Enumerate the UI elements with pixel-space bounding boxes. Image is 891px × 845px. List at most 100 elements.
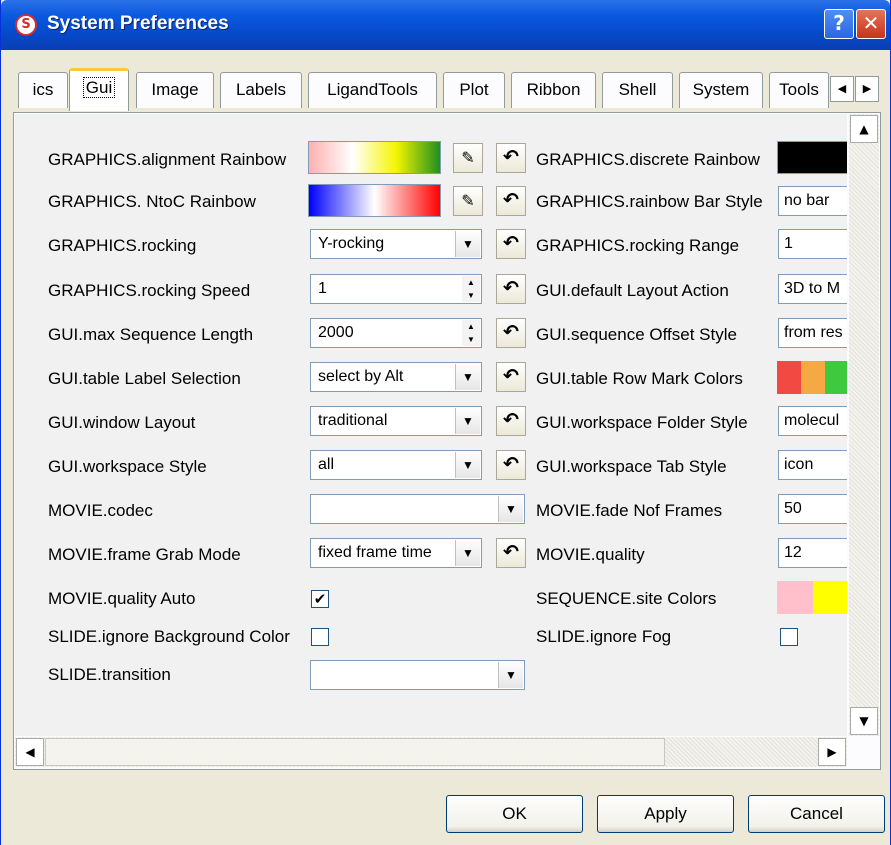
- pref-label-movie-quality: MOVIE.quality: [536, 545, 645, 564]
- ok-button[interactable]: OK: [446, 795, 583, 833]
- tab-scroll-left-icon[interactable]: ◀: [830, 76, 854, 102]
- undo-icon: ↶: [503, 409, 519, 431]
- pref-label-rocking: GRAPHICS.rocking: [48, 236, 197, 255]
- tab-shell[interactable]: Shell: [602, 72, 673, 108]
- undo-icon: ↶: [503, 277, 519, 299]
- reset-rocking-speed-button[interactable]: ↶: [496, 274, 526, 304]
- edit-alignment-rainbow-button[interactable]: ✎: [453, 143, 483, 173]
- workspace-folder-style-dropdown[interactable]: molecul: [778, 406, 847, 436]
- frame-grab-mode-dropdown[interactable]: fixed frame time ▼: [310, 538, 482, 568]
- spin-up-icon[interactable]: ▲: [462, 276, 480, 289]
- scroll-right-icon[interactable]: ▶: [818, 738, 846, 766]
- apply-button[interactable]: Apply: [597, 795, 734, 833]
- site-colors-swatch[interactable]: [777, 581, 847, 614]
- tab-graphics[interactable]: ics: [18, 72, 68, 108]
- undo-icon: ↶: [503, 365, 519, 387]
- window-layout-value: traditional: [318, 412, 388, 429]
- quality-auto-checkbox[interactable]: ✔: [311, 590, 329, 608]
- pref-label-ignore-background-color: SLIDE.ignore Background Color: [48, 627, 290, 646]
- table-label-selection-dropdown[interactable]: select by Alt ▼: [310, 362, 482, 392]
- workspace-style-dropdown[interactable]: all ▼: [310, 450, 482, 480]
- preferences-panel: GRAPHICS.alignment Rainbow ✎ ↶ GRAPHICS.…: [13, 112, 881, 770]
- close-button[interactable]: ✕: [856, 9, 886, 39]
- pref-label-sequence-offset-style: GUI.sequence Offset Style: [536, 325, 737, 344]
- discrete-rainbow-swatch[interactable]: [777, 141, 847, 174]
- table-row-mark-colors-swatch[interactable]: [777, 361, 847, 394]
- workspace-style-value: all: [318, 456, 335, 473]
- pref-label-movie-codec: MOVIE.codec: [48, 501, 153, 520]
- undo-icon: ↶: [503, 453, 519, 475]
- tab-image[interactable]: Image: [136, 72, 214, 108]
- ignore-background-color-checkbox[interactable]: [311, 628, 329, 646]
- pref-label-window-layout: GUI.window Layout: [48, 413, 196, 432]
- ntoc-rainbow-swatch[interactable]: [308, 184, 441, 217]
- transition-dropdown[interactable]: ▼: [310, 660, 525, 690]
- chevron-down-icon: ▼: [455, 452, 480, 478]
- max-sequence-length-spinner[interactable]: 2000 ▲ ▼: [310, 318, 482, 348]
- undo-icon: ↶: [503, 541, 519, 563]
- workspace-tab-style-dropdown[interactable]: icon: [778, 450, 847, 480]
- pref-label-table-row-mark-colors: GUI.table Row Mark Colors: [536, 369, 743, 388]
- vertical-scrollbar[interactable]: ▲ ▼: [849, 114, 879, 736]
- rainbow-bar-style-dropdown[interactable]: no bar: [778, 186, 847, 216]
- rocking-speed-spinner[interactable]: 1 ▲ ▼: [310, 274, 482, 304]
- app-logo-icon: S: [15, 14, 37, 36]
- horizontal-scrollbar[interactable]: ◀ ▶: [15, 737, 847, 767]
- movie-codec-dropdown[interactable]: ▼: [310, 494, 525, 524]
- pref-label-max-sequence-length: GUI.max Sequence Length: [48, 325, 254, 344]
- scroll-up-icon[interactable]: ▲: [850, 115, 878, 143]
- reset-max-sequence-length-button[interactable]: ↶: [496, 318, 526, 348]
- reset-workspace-style-button[interactable]: ↶: [496, 450, 526, 480]
- tab-labels[interactable]: Labels: [220, 72, 302, 108]
- reset-frame-grab-mode-button[interactable]: ↶: [496, 538, 526, 568]
- rocking-range-spinner[interactable]: 1: [778, 229, 847, 259]
- pref-label-rainbow-bar-style: GRAPHICS.rainbow Bar Style: [536, 192, 763, 211]
- ignore-fog-checkbox[interactable]: [780, 628, 798, 646]
- pref-label-workspace-tab-style: GUI.workspace Tab Style: [536, 457, 727, 476]
- horizontal-scroll-thumb[interactable]: [45, 738, 665, 766]
- tab-gui-label: Gui: [82, 77, 116, 98]
- pref-label-workspace-style: GUI.workspace Style: [48, 457, 207, 476]
- scroll-left-icon[interactable]: ◀: [16, 738, 44, 766]
- window-layout-dropdown[interactable]: traditional ▼: [310, 406, 482, 436]
- rocking-dropdown[interactable]: Y-rocking ▼: [310, 229, 482, 259]
- reset-alignment-rainbow-button[interactable]: ↶: [496, 143, 526, 173]
- chevron-down-icon: ▼: [455, 364, 480, 390]
- tab-scroll-arrows: ◀ ▶: [830, 76, 880, 102]
- help-button[interactable]: ?: [824, 9, 854, 39]
- rocking-value: Y-rocking: [318, 235, 385, 252]
- spin-down-icon[interactable]: ▼: [462, 289, 480, 302]
- tab-ribbon[interactable]: Ribbon: [511, 72, 596, 108]
- pref-label-site-colors: SEQUENCE.site Colors: [536, 589, 717, 608]
- tab-strip: ics Gui Image Labels LigandTools Plot Ri…: [1, 50, 890, 116]
- pref-label-table-label-selection: GUI.table Label Selection: [48, 369, 241, 388]
- tab-ligandtools[interactable]: LigandTools: [308, 72, 437, 108]
- pref-label-workspace-folder-style: GUI.workspace Folder Style: [536, 413, 748, 432]
- reset-window-layout-button[interactable]: ↶: [496, 406, 526, 436]
- pref-label-default-layout-action: GUI.default Layout Action: [536, 281, 729, 300]
- max-sequence-length-value: 2000: [318, 324, 354, 341]
- reset-ntoc-rainbow-button[interactable]: ↶: [496, 186, 526, 216]
- pref-label-rocking-range: GRAPHICS.rocking Range: [536, 236, 740, 255]
- spin-down-icon[interactable]: ▼: [462, 333, 480, 346]
- spin-up-icon[interactable]: ▲: [462, 320, 480, 333]
- preferences-content: GRAPHICS.alignment Rainbow ✎ ↶ GRAPHICS.…: [15, 114, 847, 736]
- reset-rocking-button[interactable]: ↶: [496, 229, 526, 259]
- tab-tools[interactable]: Tools: [769, 72, 829, 108]
- fade-nof-frames-spinner[interactable]: 50: [778, 494, 847, 524]
- tab-system[interactable]: System: [679, 72, 763, 108]
- tab-scroll-right-icon[interactable]: ▶: [855, 76, 879, 102]
- reset-table-label-selection-button[interactable]: ↶: [496, 362, 526, 392]
- default-layout-action-dropdown[interactable]: 3D to M: [778, 274, 847, 304]
- undo-icon: ↶: [503, 232, 519, 254]
- sequence-offset-style-dropdown[interactable]: from res: [778, 318, 847, 348]
- tab-plot[interactable]: Plot: [443, 72, 505, 108]
- scroll-down-icon[interactable]: ▼: [850, 707, 878, 735]
- pref-label-ignore-fog: SLIDE.ignore Fog: [536, 627, 672, 646]
- alignment-rainbow-swatch[interactable]: [308, 141, 441, 174]
- tab-gui[interactable]: Gui: [69, 68, 129, 111]
- pref-label-frame-grab-mode: MOVIE.frame Grab Mode: [48, 545, 241, 564]
- cancel-button[interactable]: Cancel: [748, 795, 885, 833]
- movie-quality-spinner[interactable]: 12: [778, 538, 847, 568]
- edit-ntoc-rainbow-button[interactable]: ✎: [453, 186, 483, 216]
